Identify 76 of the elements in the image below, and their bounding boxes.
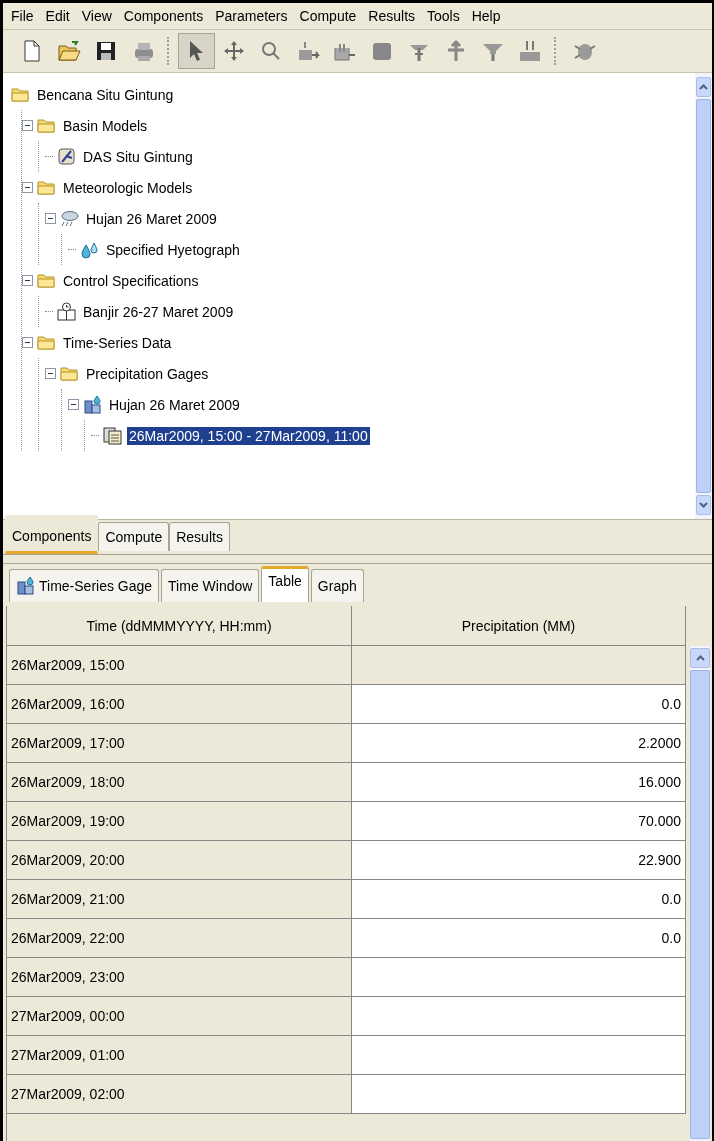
table-cell: 27Mar2009, 00:00 [7,997,352,1036]
collapse-button[interactable] [68,399,79,410]
table-cell: 26Mar2009, 23:00 [7,958,352,997]
tab[interactable]: Table [261,566,309,602]
collapse-button[interactable] [22,275,33,286]
table-cell[interactable]: 70.000 [352,802,686,841]
table-cell: 26Mar2009, 22:00 [7,919,352,958]
chevron-up-icon [695,655,705,661]
tree-item[interactable]: 26Mar2009, 15:00 - 27Mar2009, 11:00 [127,426,370,445]
scrollbar-thumb[interactable] [690,670,710,1139]
table-cell[interactable]: 0.0 [352,919,686,958]
table-cell: 26Mar2009, 16:00 [7,685,352,724]
chevron-up-icon [699,84,708,90]
tree-item[interactable]: Time-Series Data [61,333,174,352]
scroll-down-button[interactable] [696,495,711,515]
tree-item[interactable]: Specified Hyetograph [104,240,242,259]
tab[interactable]: Compute [98,522,170,551]
chevron-down-icon [699,502,708,508]
scroll-up-button[interactable] [690,648,710,668]
tab[interactable]: Time-Series Gage [9,569,160,602]
table-cell[interactable] [352,1036,686,1075]
scrollbar-thumb[interactable] [696,99,711,493]
menu-item[interactable]: File [5,6,40,26]
table-cell: 27Mar2009, 01:00 [7,1036,352,1075]
compass-icon [57,146,77,167]
menu-item[interactable]: Parameters [209,6,294,26]
tree-item[interactable]: Basin Models [61,116,150,135]
open-folder-icon [55,38,82,64]
menu-item[interactable]: Compute [293,6,363,26]
pointer-icon [189,40,204,62]
table-cell[interactable]: 0.0 [352,880,686,919]
menu-item[interactable]: Tools [421,6,466,26]
table-cell[interactable]: 16.000 [352,763,686,802]
menu-item[interactable]: Components [117,6,210,26]
rain-gage-icon [16,576,36,596]
collapse-button[interactable] [45,213,56,224]
menu-item[interactable]: Edit [39,6,76,26]
table-cell[interactable]: 22.900 [352,841,686,880]
rain-cloud-icon [60,208,80,229]
tree-item[interactable]: Meteorologic Models [61,178,195,197]
tree-item[interactable]: DAS Situ Gintung [81,147,195,166]
tree-item[interactable]: Bencana Situ Gintung [35,85,176,104]
table-cell: 27Mar2009, 02:00 [7,1075,352,1114]
rain-gage-icon [83,394,103,415]
menu-item[interactable]: View [75,6,118,26]
tab[interactable]: Results [169,522,230,551]
document-table-icon [103,425,123,446]
table-cell: 26Mar2009, 18:00 [7,763,352,802]
table-cell: 26Mar2009, 21:00 [7,880,352,919]
collapse-button[interactable] [22,120,33,131]
table-cell: 26Mar2009, 19:00 [7,802,352,841]
tree-item[interactable]: Hujan 26 Maret 2009 [84,209,219,228]
menu-item[interactable]: Results [362,6,422,26]
collapse-button[interactable] [22,337,33,348]
tree-item[interactable]: Hujan 26 Maret 2009 [107,395,242,414]
collapse-button[interactable] [22,182,33,193]
calendar-clock-icon [57,301,77,322]
table-cell: 26Mar2009, 20:00 [7,841,352,880]
table-cell: 26Mar2009, 17:00 [7,724,352,763]
table-cell: 26Mar2009, 15:00 [7,646,352,685]
column-header[interactable]: Time (ddMMMYYYY, HH:mm) [7,606,352,646]
table-cell[interactable]: 0.0 [352,685,686,724]
tab[interactable]: Graph [310,569,364,602]
scroll-up-button[interactable] [696,77,711,97]
table-cell[interactable] [352,1075,686,1114]
table-cell[interactable] [352,958,686,997]
table-cell[interactable] [352,997,686,1036]
tab[interactable]: Components [5,515,99,554]
collapse-button[interactable] [45,368,56,379]
tree-item[interactable]: Control Specifications [61,271,201,290]
menu-item[interactable]: Help [465,6,507,26]
column-header[interactable]: Precipitation (MM) [352,606,686,646]
tree-item[interactable]: Precipitation Gages [84,364,211,383]
tree-item[interactable]: Banjir 26-27 Maret 2009 [81,302,236,321]
table-cell[interactable]: 2.2000 [352,724,686,763]
tab[interactable]: Time Window [161,569,260,602]
